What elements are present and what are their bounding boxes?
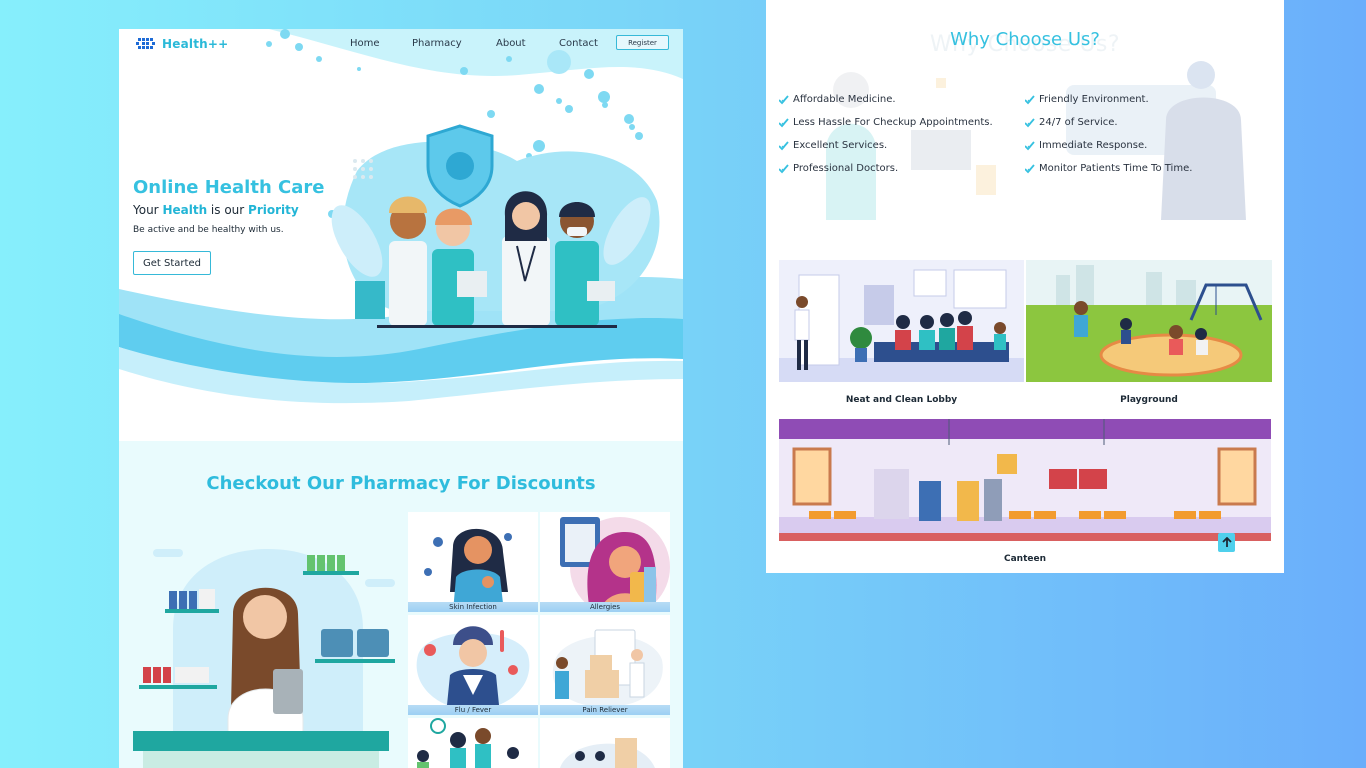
top-nav: Health++ Home Pharmacy About Contact Reg… [119,29,683,59]
facility-label-playground: Playground [1120,395,1178,405]
feature-text: 24/7 of Service. [1039,117,1118,128]
card-label: Flu / Fever [408,705,538,715]
subtitle-highlight-health: Health [162,203,208,217]
playground-illustration [1026,260,1272,382]
logo[interactable]: Health++ [136,36,228,52]
card-label: Skin Infection [408,602,538,612]
check-icon [1025,117,1035,127]
facility-label-lobby: Neat and Clean Lobby [845,395,958,405]
feature-text: Monitor Patients Time To Time. [1039,163,1193,174]
pharmacy-card-5[interactable] [408,718,538,768]
feature-text: Affordable Medicine. [793,94,896,105]
skin-infection-illustration [424,528,512,612]
facility-label-canteen: Canteen [1003,554,1046,564]
pharmacy-title: Checkout Our Pharmacy For Discounts [206,473,596,494]
feature-text: Immediate Response. [1039,140,1148,151]
check-icon [1025,94,1035,104]
feature-item: Immediate Response. [1025,140,1147,151]
hero-section: Health++ Home Pharmacy About Contact Reg… [119,29,683,441]
feature-item: Affordable Medicine. [779,94,896,105]
feature-item: 24/7 of Service. [1025,117,1118,128]
arrow-up-icon [1221,537,1232,547]
check-icon [779,163,789,173]
subtitle-highlight-priority: Priority [248,203,299,217]
logo-icon [136,38,155,49]
feature-item: Friendly Environment. [1025,94,1149,105]
feature-text: Professional Doctors. [793,163,899,174]
why-title: Why Choose Us? [950,29,1100,50]
pharmacist-illustration [133,549,395,768]
feature-item: Excellent Services. [779,140,887,151]
lobby-image [779,260,1024,382]
landing-page-screenshot: Health++ Home Pharmacy About Contact Reg… [119,29,683,768]
pharmacy-card-skin-infection[interactable]: Skin Infection [408,512,538,612]
nav-link-home[interactable]: Home [350,38,380,49]
pharmacy-card-5-illustration [417,718,519,768]
about-page-screenshot: Why Choose Us? Why Choose Us? Affordable… [766,0,1284,573]
pain-reliever-illustration [552,629,663,707]
check-icon [779,117,789,127]
card-label: Pain Reliever [540,705,670,715]
subtitle-text: is our [207,203,249,217]
hero-subtitle: Your Health is our Priority [133,203,299,217]
hero-description: Be active and be healthy with us. [133,225,284,235]
nav-link-about[interactable]: About [496,38,526,49]
check-icon [779,140,789,150]
canteen-illustration [779,419,1271,541]
hero-title: Online Health Care [133,177,325,198]
check-icon [1025,163,1035,173]
check-icon [779,94,789,104]
get-started-button[interactable]: Get Started [133,251,211,275]
pharmacy-card-flu-fever[interactable]: Flu / Fever [408,615,538,715]
pharmacy-card-6-illustration [560,738,655,768]
nav-link-pharmacy[interactable]: Pharmacy [412,38,462,49]
feature-text: Excellent Services. [793,140,888,151]
feature-text: Friendly Environment. [1039,94,1149,105]
scroll-to-top-button[interactable] [1218,533,1235,552]
pharmacy-card-allergies[interactable]: Allergies [540,512,670,612]
pharmacy-card-6[interactable] [540,718,670,768]
check-icon [1025,140,1035,150]
medical-team-illustration [331,124,660,328]
feature-text: Less Hassle For Checkup Appointments. [793,117,993,128]
feature-item: Less Hassle For Checkup Appointments. [779,117,993,128]
feature-item: Professional Doctors. [779,163,898,174]
allergies-illustration [560,517,670,612]
pharmacy-section: Checkout Our Pharmacy For Discounts Skin… [119,441,683,768]
subtitle-text: Your [133,203,163,217]
flu-fever-illustration [416,626,530,715]
playground-image [1026,260,1272,382]
canteen-image [779,419,1271,541]
card-label: Allergies [540,602,670,612]
pharmacy-card-pain-reliever[interactable]: Pain Reliever [540,615,670,715]
feature-item: Monitor Patients Time To Time. [1025,163,1192,174]
register-button[interactable]: Register [616,35,669,50]
nav-link-contact[interactable]: Contact [559,38,598,49]
lobby-illustration [779,260,1024,382]
logo-text: Health++ [162,37,229,51]
